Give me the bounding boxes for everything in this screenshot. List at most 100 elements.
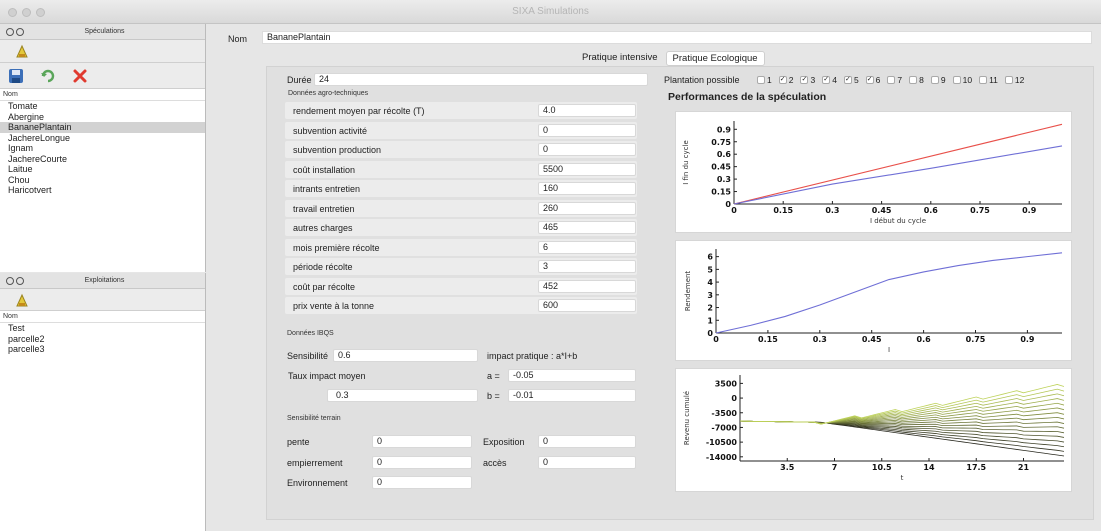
month-checkbox-9[interactable]: 9 xyxy=(930,75,946,85)
checkbox-box[interactable]: ✓ xyxy=(800,76,809,84)
panel-float-icon[interactable] xyxy=(16,27,24,36)
month-checkbox-3[interactable]: ✓ 3 xyxy=(800,75,815,85)
month-checkbox-1[interactable]: 1 xyxy=(757,75,772,85)
month-checkbox-12[interactable]: 12 xyxy=(1004,75,1024,85)
x-tick-label: 0.15 xyxy=(773,206,793,215)
month-checkbox-4[interactable]: ✓ 4 xyxy=(822,75,837,85)
checkbox-box[interactable] xyxy=(887,76,896,84)
panel-close-icon[interactable] xyxy=(6,27,14,36)
x-tick-label: 0.6 xyxy=(924,206,939,215)
speculation-item[interactable]: JachereCourte xyxy=(0,154,205,165)
agro-row-field[interactable]: 3 xyxy=(538,260,636,273)
y-tick-label: -14000 xyxy=(706,453,738,462)
checkbox-box[interactable]: ✓ xyxy=(822,76,831,84)
agro-row-label: rendement moyen par récolte (T) xyxy=(293,106,425,116)
agro-row-field[interactable]: 5500 xyxy=(538,162,636,176)
tab-pratique-ecologique[interactable]: Pratique Ecologique xyxy=(665,51,765,66)
speculation-item[interactable]: Chou xyxy=(0,175,205,186)
plantation-months: 1 ✓ 2 ✓ 3 ✓ 4 ✓ 5 ✓ 6 7 8 9 10 11 12 xyxy=(757,75,1031,85)
y-tick-label: 6 xyxy=(707,253,713,262)
exploitation-item[interactable]: Test xyxy=(0,323,205,334)
month-label: 1 xyxy=(767,75,772,85)
agro-row-label: subvention activité xyxy=(293,125,368,136)
checkbox-box[interactable]: ✓ xyxy=(843,76,852,84)
series-line xyxy=(715,252,1063,334)
exploitation-item[interactable]: parcelle3 xyxy=(0,344,205,355)
speculation-item[interactable]: Laitue xyxy=(0,164,205,175)
speculation-item[interactable]: BananePlantain xyxy=(0,122,205,133)
speculations-list: Tomate Abergine BananePlantain JachereLongu… xyxy=(0,101,205,196)
panel-float-icon[interactable] xyxy=(16,276,24,285)
x-tick-label: 0.45 xyxy=(862,335,882,344)
empierrement-field[interactable]: 0 xyxy=(372,456,472,469)
plantation-label: Plantation possible xyxy=(664,75,740,85)
save-icon[interactable] xyxy=(8,68,24,84)
impact-label: impact pratique : a*I+b xyxy=(487,351,578,361)
month-checkbox-2[interactable]: ✓ 2 xyxy=(778,75,793,85)
agro-row-label: travail entretien xyxy=(293,203,355,214)
duree-field[interactable]: 24 xyxy=(314,73,648,86)
tab-pratique-intensive[interactable]: Pratique intensive xyxy=(576,51,664,66)
series-line xyxy=(733,145,1063,205)
agro-row-field[interactable]: 0 xyxy=(538,143,636,156)
speculation-item[interactable]: Tomate xyxy=(0,101,205,112)
nom-field[interactable]: BananePlantain xyxy=(262,31,1092,44)
delete-icon[interactable] xyxy=(72,68,88,84)
x-axis-label: t xyxy=(901,474,904,482)
environnement-field[interactable]: 0 xyxy=(372,476,472,489)
checkbox-box[interactable] xyxy=(930,76,939,84)
checkbox-box[interactable]: ✓ xyxy=(865,76,874,84)
refresh-icon[interactable] xyxy=(40,68,56,84)
month-label: 6 xyxy=(875,75,881,85)
agro-row-field[interactable]: 260 xyxy=(538,201,636,215)
taux-impact-field[interactable]: 0.3 xyxy=(327,389,478,402)
month-checkbox-10[interactable]: 10 xyxy=(952,75,972,85)
wizard-icon[interactable] xyxy=(14,43,30,59)
checkbox-box[interactable] xyxy=(952,76,961,84)
x-tick-label: 21 xyxy=(1018,463,1030,472)
b-field[interactable]: -0.01 xyxy=(508,389,636,402)
month-checkbox-8[interactable]: 8 xyxy=(909,75,924,85)
agro-row-field[interactable]: 160 xyxy=(538,182,636,195)
y-tick-label: -3500 xyxy=(711,409,737,418)
performances-title: Performances de la spéculation xyxy=(668,91,827,103)
month-checkbox-11[interactable]: 11 xyxy=(979,75,998,85)
speculation-item[interactable]: JachereLongue xyxy=(0,133,205,144)
b-label: b = xyxy=(487,391,500,401)
month-checkbox-7[interactable]: 7 xyxy=(887,75,902,85)
exploitation-item[interactable]: parcelle2 xyxy=(0,334,205,345)
agro-row-field[interactable]: 0 xyxy=(538,123,636,137)
y-tick-label: 0.6 xyxy=(717,150,732,159)
series-line xyxy=(739,393,1065,425)
checkbox-box[interactable]: ✓ xyxy=(778,76,787,84)
acces-field[interactable]: 0 xyxy=(538,456,636,469)
agro-row-field[interactable]: 6 xyxy=(538,240,636,254)
x-tick-label: 3.5 xyxy=(780,463,795,472)
y-tick-label: 0 xyxy=(731,394,737,403)
agro-row-field[interactable]: 4.0 xyxy=(538,104,636,117)
agro-row-field[interactable]: 465 xyxy=(538,221,636,234)
checkbox-box[interactable] xyxy=(1004,76,1013,84)
pente-field[interactable]: 0 xyxy=(372,435,472,448)
checkbox-box[interactable] xyxy=(909,76,918,84)
agro-row-label: prix vente à la tonne xyxy=(293,301,375,311)
speculation-item[interactable]: Abergine xyxy=(0,112,205,123)
sensibilite-field[interactable]: 0.6 xyxy=(333,349,478,362)
checkbox-box[interactable] xyxy=(757,76,765,84)
month-checkbox-5[interactable]: ✓ 5 xyxy=(843,75,859,85)
a-field[interactable]: -0.05 xyxy=(508,369,636,382)
panel-close-icon[interactable] xyxy=(6,276,14,285)
exploitations-list-header: Nom xyxy=(0,311,205,323)
exploitations-list: Test parcelle2 parcelle3 xyxy=(0,323,205,355)
month-checkbox-6[interactable]: ✓ 6 xyxy=(865,75,881,85)
speculation-item[interactable]: Haricotvert xyxy=(0,185,205,196)
exposition-field[interactable]: 0 xyxy=(538,435,636,448)
agro-row-field[interactable]: 600 xyxy=(538,299,636,312)
checkbox-box[interactable] xyxy=(979,76,988,84)
exploitations-toolbar xyxy=(0,289,205,311)
agro-row-field[interactable]: 452 xyxy=(538,279,636,293)
speculation-item[interactable]: Ignam xyxy=(0,143,205,154)
chart-fin-vs-debut-cycle: 0 0.15 0.3 0.45 0.6 0.75 0.9 0 0.15 0.3 0.45 0.6 0.7… xyxy=(675,111,1072,233)
wizard-icon[interactable] xyxy=(14,292,30,308)
speculations-panel-header: Spéculations xyxy=(0,24,205,40)
